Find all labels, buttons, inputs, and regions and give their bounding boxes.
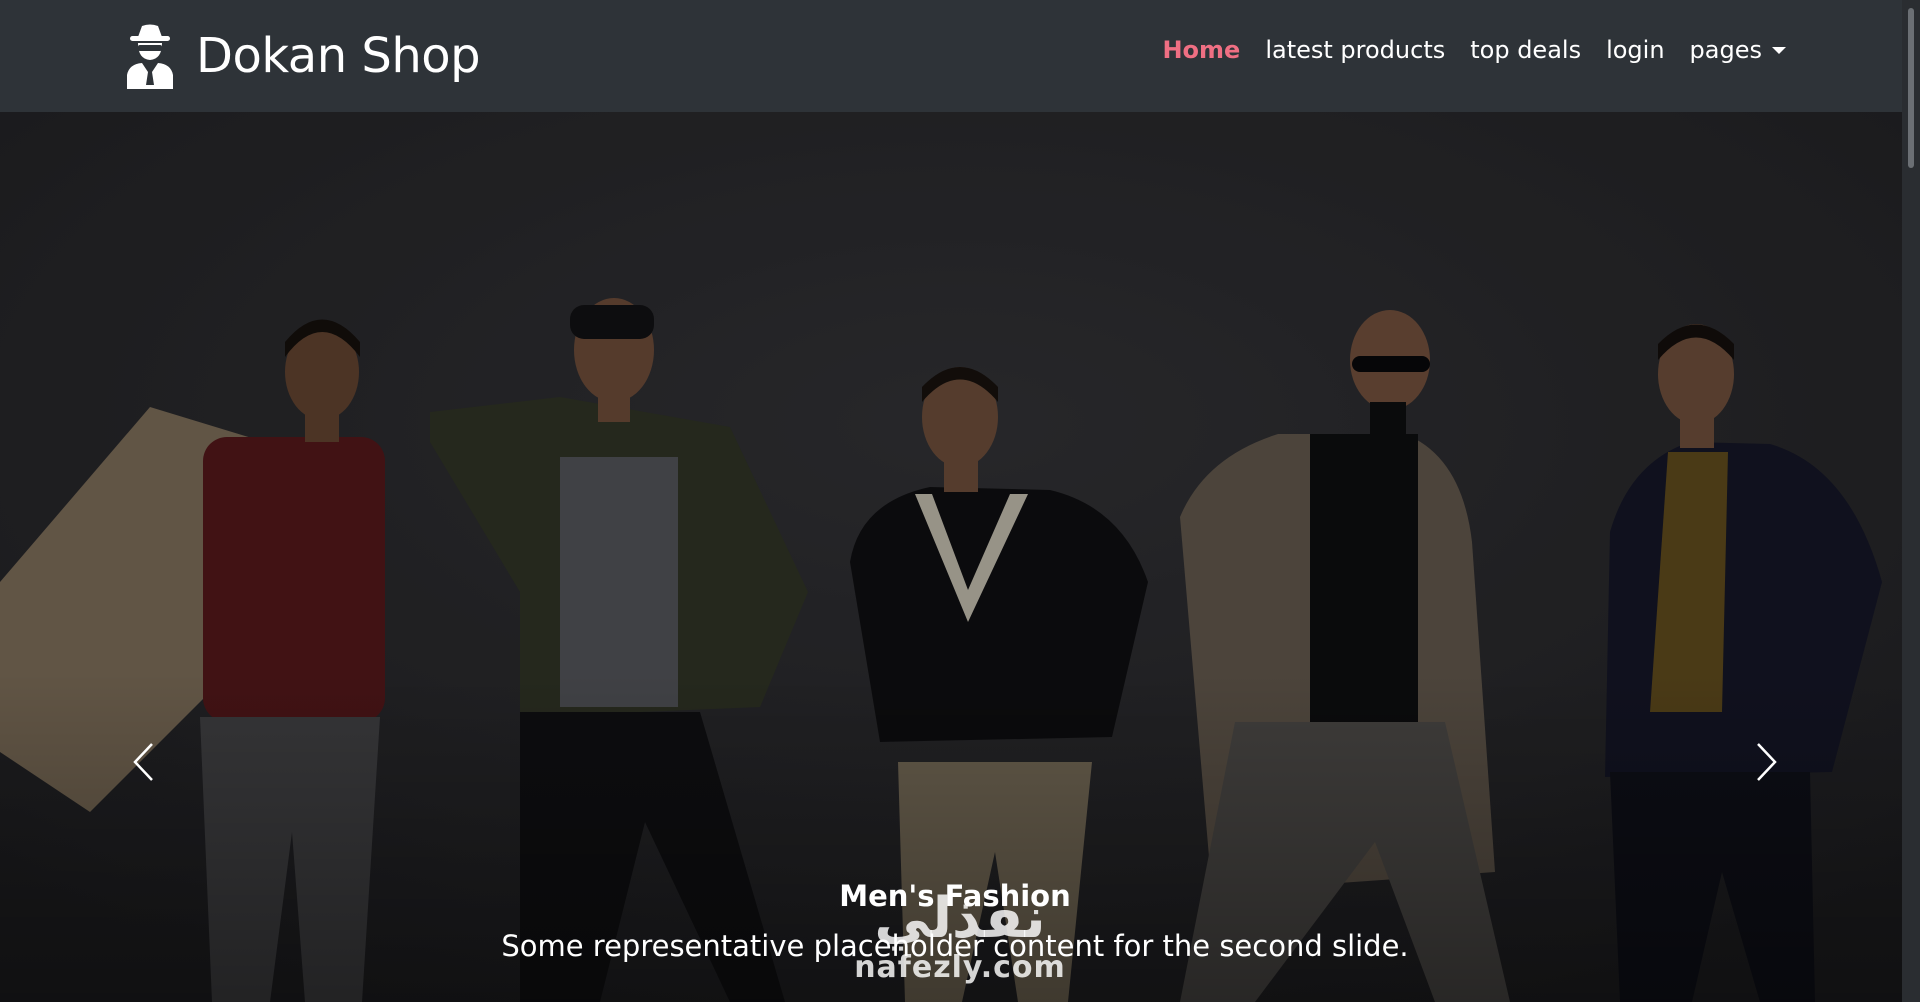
caption-text: Some representative placeholder content …	[501, 929, 1409, 963]
nav-latest-products[interactable]: latest products	[1265, 36, 1445, 64]
carousel-caption: Men's Fashion Some representative placeh…	[0, 874, 1910, 966]
main-nav: Home latest products top deals login pag…	[1162, 36, 1786, 64]
nav-pages-dropdown[interactable]: pages	[1690, 36, 1786, 64]
caption-title: Men's Fashion	[839, 879, 1071, 913]
navbar: Dokan Shop Home latest products top deal…	[0, 0, 1920, 112]
caret-down-icon	[1772, 47, 1786, 54]
carousel-prev-button[interactable]	[108, 712, 178, 812]
nav-home[interactable]: Home	[1162, 36, 1240, 64]
brand-link[interactable]: Dokan Shop	[124, 16, 481, 96]
page-scrollbar[interactable]	[1902, 0, 1920, 1002]
scrollbar-thumb[interactable]	[1908, 8, 1914, 168]
carousel-next-button[interactable]	[1732, 712, 1802, 812]
user-secret-icon	[127, 24, 173, 89]
chevron-right-icon	[1757, 743, 1777, 781]
nav-login[interactable]: login	[1606, 36, 1664, 64]
nav-top-deals[interactable]: top deals	[1470, 36, 1581, 64]
brand-name: Dokan Shop	[196, 28, 481, 84]
hero-carousel: Men's Fashion Some representative placeh…	[0, 112, 1920, 1002]
chevron-left-icon	[133, 743, 153, 781]
nav-pages-label: pages	[1689, 36, 1762, 64]
slide-image	[0, 112, 1920, 1002]
